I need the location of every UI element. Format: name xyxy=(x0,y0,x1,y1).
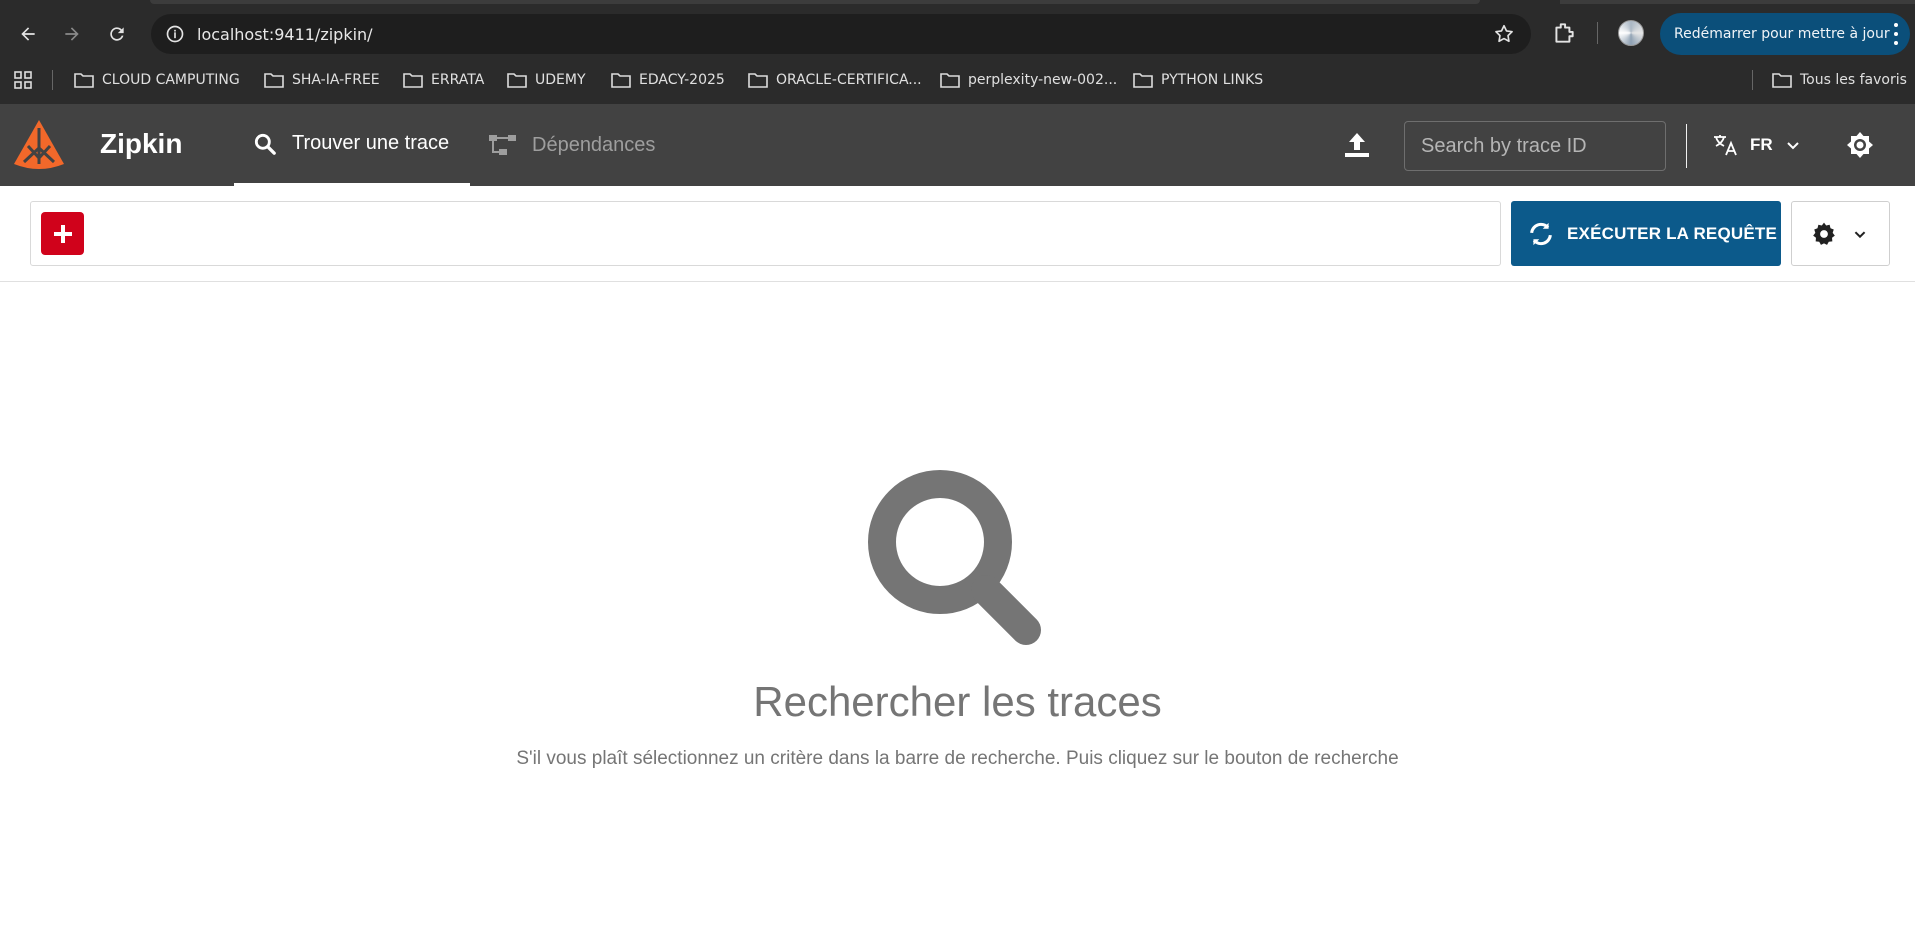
gear-icon xyxy=(1812,222,1835,245)
tab-strip xyxy=(150,0,1480,4)
arrow-left-icon xyxy=(21,27,35,41)
folder-icon xyxy=(74,73,94,88)
folder-icon xyxy=(507,73,527,88)
brand-title: Zipkin xyxy=(100,128,183,159)
tab-find-trace[interactable]: Trouver une trace xyxy=(234,104,470,186)
folder-icon xyxy=(748,73,768,88)
language-code: FR xyxy=(1750,135,1773,154)
more-menu-icon[interactable] xyxy=(1894,23,1898,45)
extensions-icon[interactable] xyxy=(1551,20,1577,46)
chevron-down-icon xyxy=(1786,142,1799,150)
url-text: localhost:9411/zipkin/ xyxy=(197,24,373,44)
folder-icon xyxy=(940,73,960,88)
folder-icon xyxy=(1133,73,1153,88)
all-bookmarks-folder[interactable]: Tous les favoris xyxy=(1772,70,1907,90)
tab-find-trace-label: Trouver une trace xyxy=(292,132,450,154)
tab-dependencies-label: Dépendances xyxy=(532,133,656,156)
query-settings-button[interactable] xyxy=(1791,201,1890,266)
back-button[interactable] xyxy=(12,18,44,50)
translate-icon xyxy=(1714,135,1737,156)
add-criterion-button[interactable] xyxy=(41,212,84,255)
restart-update-label: Redémarrer pour mettre à jour xyxy=(1674,26,1890,42)
bookmark-folder[interactable]: EDACY-2025 xyxy=(611,70,725,90)
run-query-button[interactable]: EXÉCUTER LA REQUÊTE xyxy=(1511,201,1781,266)
bookmark-folder[interactable]: ERRATA xyxy=(403,70,484,90)
tab-strip-right xyxy=(1560,0,1915,4)
header-divider xyxy=(1686,124,1687,168)
bookmarks-bar: CLOUD CAMPUTING SHA-IA-FREE ERRATA UDEMY… xyxy=(0,64,1915,96)
apps-grid-icon[interactable] xyxy=(14,71,32,89)
bookmark-folder[interactable]: CLOUD CAMPUTING xyxy=(74,70,240,90)
reload-button[interactable] xyxy=(101,18,133,50)
bookmark-folder[interactable]: PYTHON LINKS xyxy=(1133,70,1263,90)
bookmark-folder[interactable]: ORACLE-CERTIFICA... xyxy=(748,70,922,90)
sync-icon xyxy=(1530,222,1552,245)
search-criteria-box[interactable] xyxy=(30,201,1501,266)
folder-icon xyxy=(1772,73,1792,88)
bookmark-folder[interactable]: SHA-IA-FREE xyxy=(264,70,380,90)
chevron-down-icon xyxy=(1854,230,1865,238)
toolbar-divider xyxy=(1597,22,1598,44)
dependencies-icon xyxy=(489,135,516,155)
bookmark-folder[interactable]: UDEMY xyxy=(507,70,586,90)
run-query-label: EXÉCUTER LA REQUÊTE xyxy=(1567,223,1778,243)
query-bar: EXÉCUTER LA REQUÊTE xyxy=(0,186,1915,282)
folder-icon xyxy=(403,73,423,88)
address-bar[interactable]: localhost:9411/zipkin/ xyxy=(151,14,1531,54)
trace-id-search-input[interactable] xyxy=(1404,121,1666,171)
bookmarks-divider xyxy=(52,70,53,90)
profile-avatar[interactable] xyxy=(1618,20,1644,46)
empty-state-description: S'il vous plaît sélectionnez un critère … xyxy=(516,748,1399,769)
folder-icon xyxy=(264,73,284,88)
site-info-icon[interactable] xyxy=(155,14,195,54)
reload-icon xyxy=(110,27,124,41)
theme-toggle-icon[interactable] xyxy=(1846,131,1874,159)
search-icon xyxy=(254,133,276,155)
restart-update-button[interactable]: Redémarrer pour mettre à jour xyxy=(1660,13,1910,55)
arrow-right-icon xyxy=(65,27,79,41)
bookmark-star-icon[interactable] xyxy=(1493,23,1515,45)
zipkin-logo-icon[interactable] xyxy=(12,118,66,172)
tab-dependencies[interactable]: Dépendances xyxy=(488,104,655,186)
app-header: Zipkin Trouver une trace Dépendances FR xyxy=(0,104,1915,186)
empty-state: Rechercher les traces S'il vous plaît sé… xyxy=(0,470,1915,770)
folder-icon xyxy=(611,73,631,88)
forward-button[interactable] xyxy=(56,18,88,50)
browser-chrome: localhost:9411/zipkin/ Redémarrer pour m… xyxy=(0,0,1915,104)
bookmark-folder[interactable]: perplexity-new-002... xyxy=(940,70,1117,90)
plus-icon xyxy=(53,224,72,243)
bookmarks-divider xyxy=(1752,70,1753,90)
empty-state-title: Rechercher les traces xyxy=(753,678,1162,725)
search-icon xyxy=(867,470,1041,645)
upload-icon[interactable] xyxy=(1342,130,1372,160)
language-selector[interactable]: FR xyxy=(1712,130,1805,160)
